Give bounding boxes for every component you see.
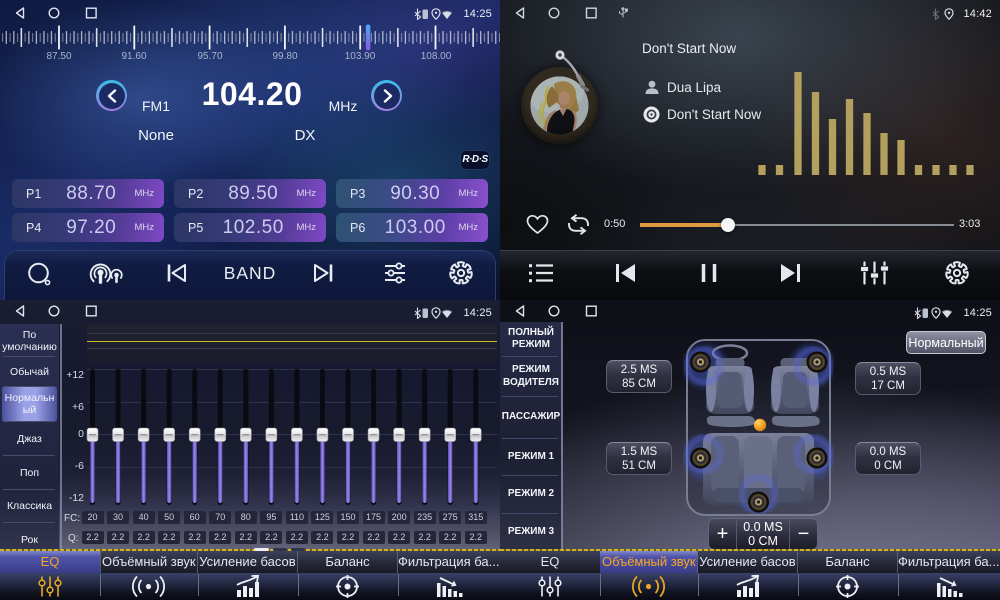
svg-text:BAND: BAND	[224, 263, 277, 283]
